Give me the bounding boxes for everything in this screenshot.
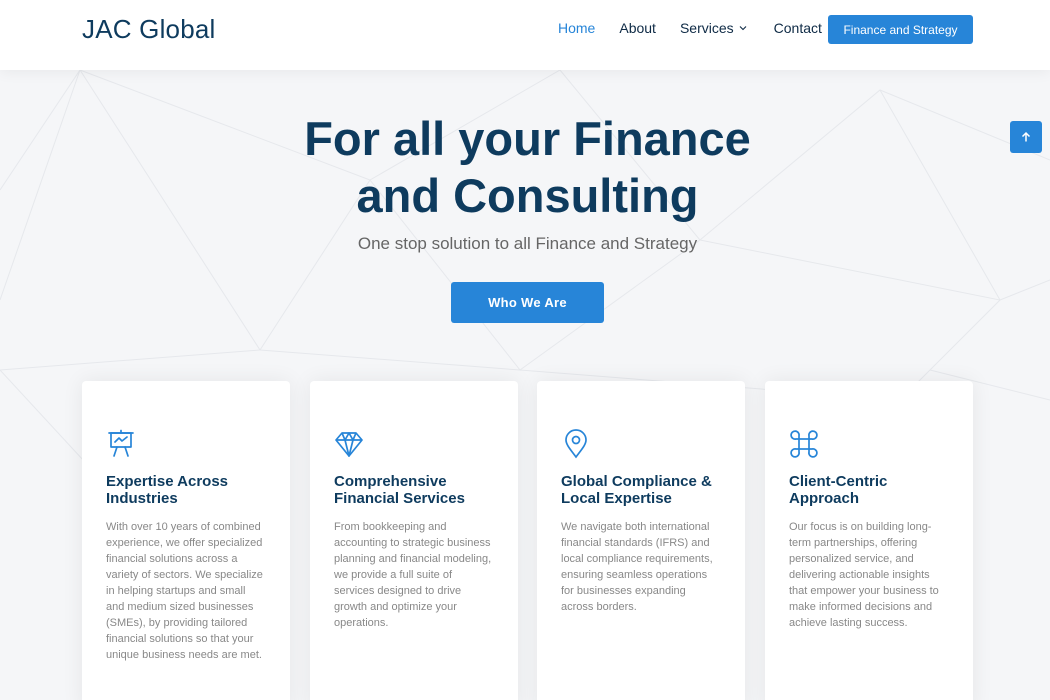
card-description: With over 10 years of combined experienc… bbox=[106, 521, 263, 661]
nav-contact[interactable]: Contact bbox=[774, 20, 822, 36]
card-title-line1: Global Compliance & bbox=[561, 473, 712, 490]
arrow-up-icon bbox=[1021, 131, 1031, 142]
finance-strategy-button[interactable]: Finance and Strategy bbox=[828, 15, 973, 44]
card-description: From bookkeeping and accounting to strat… bbox=[334, 521, 492, 629]
feature-card-financial-services: Comprehensive Financial Services From bo… bbox=[310, 381, 518, 700]
card-title: Expertise Across Industries bbox=[106, 473, 266, 507]
card-title-line2: Financial Services bbox=[334, 490, 465, 507]
hero-title-line2: and Consulting bbox=[356, 169, 699, 222]
card-title: Client-Centric Approach bbox=[789, 473, 949, 507]
nav-about[interactable]: About bbox=[619, 20, 656, 36]
card-description: Our focus is on building long-term partn… bbox=[789, 521, 939, 629]
card-description: We navigate both international financial… bbox=[561, 521, 713, 613]
map-pin-icon bbox=[565, 429, 587, 459]
hero-subtitle: One stop solution to all Finance and Str… bbox=[357, 234, 698, 253]
nav-home[interactable]: Home bbox=[558, 20, 595, 36]
nav-services[interactable]: Services bbox=[680, 20, 748, 36]
card-title-line2: Approach bbox=[789, 490, 860, 507]
hero-title-line1: For all your Finance bbox=[304, 112, 751, 165]
site-header: JAC Global Home About Services Contact F… bbox=[0, 0, 1050, 70]
card-title-line1: Comprehensive bbox=[334, 473, 447, 490]
card-title-line1: Expertise Across bbox=[106, 473, 229, 490]
feature-card-client-centric: Client-Centric Approach Our focus is on … bbox=[765, 381, 973, 700]
feature-card-expertise: Expertise Across Industries With over 10… bbox=[82, 381, 290, 700]
card-title: Comprehensive Financial Services bbox=[334, 473, 494, 507]
main-nav: Home About Services Contact bbox=[558, 20, 822, 36]
nav-services-label: Services bbox=[679, 20, 734, 36]
who-we-are-button[interactable]: Who We Are bbox=[451, 282, 604, 323]
diamond-icon bbox=[335, 432, 363, 457]
feature-card-global-compliance: Global Compliance & Local Expertise We n… bbox=[537, 381, 745, 700]
command-icon bbox=[790, 430, 818, 458]
card-title-line2: Local Expertise bbox=[561, 490, 672, 507]
hero-title: For all your Finance and Consulting bbox=[0, 110, 1050, 224]
card-title-line1: Client-Centric bbox=[789, 473, 888, 490]
presentation-easel-icon bbox=[108, 429, 134, 457]
scroll-to-top-button[interactable] bbox=[1010, 121, 1042, 153]
card-title-line2: Industries bbox=[106, 490, 178, 507]
site-logo[interactable]: JAC Global bbox=[82, 14, 216, 45]
card-title: Global Compliance & Local Expertise bbox=[561, 473, 721, 507]
chevron-down-icon bbox=[739, 26, 747, 31]
